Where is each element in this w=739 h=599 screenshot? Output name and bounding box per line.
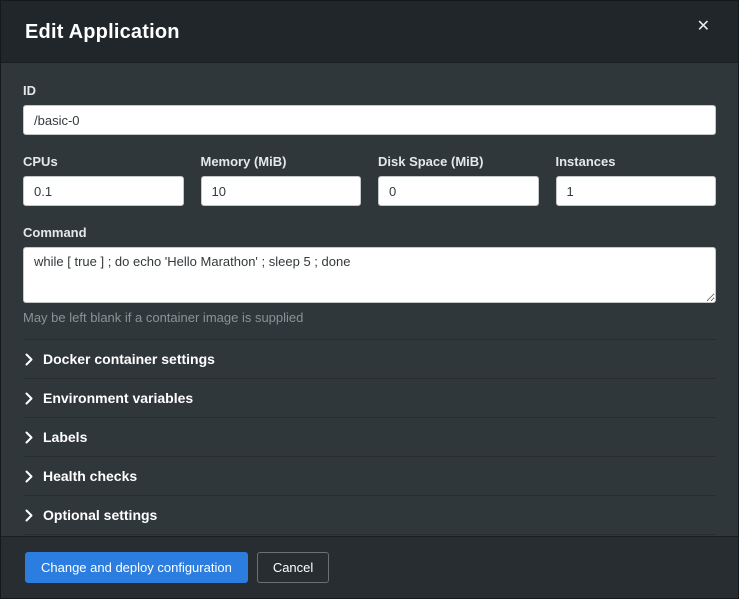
section-label: Health checks	[43, 468, 137, 484]
accordion-sections: Docker container settings Environment va…	[23, 339, 716, 535]
change-and-deploy-button[interactable]: Change and deploy configuration	[25, 552, 248, 583]
modal-footer: Change and deploy configuration Cancel	[1, 536, 738, 598]
modal-header: Edit Application ✕	[1, 1, 738, 63]
disk-space-label: Disk Space (MiB)	[378, 154, 539, 169]
edit-application-modal: Edit Application ✕ ID CPUs Memory (MiB) …	[0, 0, 739, 599]
instances-field-group: Instances	[556, 154, 717, 206]
section-label: Optional settings	[43, 507, 157, 523]
memory-field-group: Memory (MiB)	[201, 154, 362, 206]
section-health-checks[interactable]: Health checks	[23, 456, 716, 495]
memory-label: Memory (MiB)	[201, 154, 362, 169]
chevron-right-icon	[25, 431, 33, 444]
id-input[interactable]	[23, 105, 716, 135]
chevron-right-icon	[25, 353, 33, 366]
close-icon[interactable]: ✕	[693, 17, 714, 37]
cancel-button[interactable]: Cancel	[257, 552, 329, 583]
section-label: Labels	[43, 429, 87, 445]
section-labels[interactable]: Labels	[23, 417, 716, 456]
resources-row: CPUs Memory (MiB) Disk Space (MiB) Insta…	[23, 154, 716, 206]
section-docker-container-settings[interactable]: Docker container settings	[23, 339, 716, 378]
section-environment-variables[interactable]: Environment variables	[23, 378, 716, 417]
command-field-group: Command while [ true ] ; do echo 'Hello …	[23, 225, 716, 325]
command-textarea[interactable]: while [ true ] ; do echo 'Hello Marathon…	[23, 247, 716, 303]
chevron-right-icon	[25, 470, 33, 483]
cpus-field-group: CPUs	[23, 154, 184, 206]
cpus-label: CPUs	[23, 154, 184, 169]
section-label: Environment variables	[43, 390, 193, 406]
modal-body: ID CPUs Memory (MiB) Disk Space (MiB) In…	[1, 63, 738, 536]
section-label: Docker container settings	[43, 351, 215, 367]
memory-input[interactable]	[201, 176, 362, 206]
command-label: Command	[23, 225, 716, 240]
chevron-right-icon	[25, 509, 33, 522]
cpus-input[interactable]	[23, 176, 184, 206]
disk-space-input[interactable]	[378, 176, 539, 206]
disk-field-group: Disk Space (MiB)	[378, 154, 539, 206]
instances-input[interactable]	[556, 176, 717, 206]
chevron-right-icon	[25, 392, 33, 405]
modal-title: Edit Application	[25, 21, 180, 44]
section-optional-settings[interactable]: Optional settings	[23, 495, 716, 535]
command-help-text: May be left blank if a container image i…	[23, 310, 716, 325]
instances-label: Instances	[556, 154, 717, 169]
id-label: ID	[23, 83, 716, 98]
id-field-group: ID	[23, 83, 716, 135]
